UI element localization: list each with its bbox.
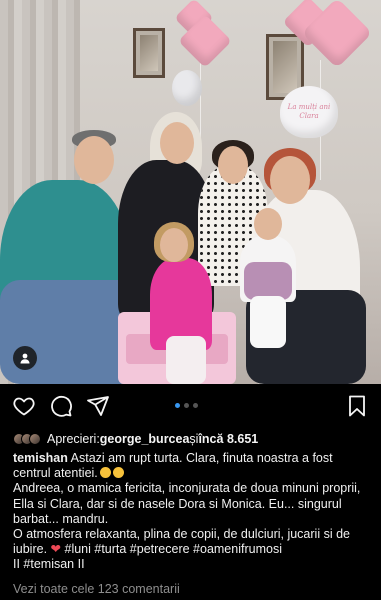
person-woman-head	[160, 122, 194, 164]
liker-avatars	[13, 433, 41, 445]
carousel-dot	[184, 403, 189, 408]
person-man-head	[74, 136, 114, 184]
caption-line: O atmosfera relaxanta, plina de copii, d…	[13, 527, 371, 557]
comment-icon[interactable]	[49, 394, 73, 418]
carousel-dot-active	[175, 403, 180, 408]
carousel-dot	[193, 403, 198, 408]
caption-line: temishan Astazi am rupt turta. Clara, fi…	[13, 451, 371, 481]
likes-prefix: Aprecieri:	[47, 432, 100, 446]
red-heart-icon: ❤	[50, 542, 62, 557]
caption-hashtag-signature[interactable]: II #temisan II	[13, 557, 85, 571]
view-all-comments-link[interactable]: Vezi toate cele 123 comentarii	[13, 582, 180, 596]
tagged-people-icon[interactable]	[13, 346, 37, 370]
person-baby-legs	[250, 296, 286, 348]
likes-summary[interactable]: Aprecieri: george_burcea și încă 8.651	[13, 430, 258, 448]
caption-hashtags[interactable]: #luni #turta #petrecere #oamenifrumosi	[61, 542, 282, 556]
likes-count[interactable]: încă 8.651	[198, 432, 258, 446]
caption-line: II #temisan II	[13, 557, 371, 572]
person-baby-head	[254, 208, 282, 240]
caption-line: Andreea, o mamica fericita, inconjurata …	[13, 481, 371, 527]
liker-username[interactable]: george_burcea	[100, 432, 190, 446]
heart-outline-icon[interactable]	[12, 394, 36, 418]
post-caption: temishan Astazi am rupt turta. Clara, fi…	[13, 451, 371, 573]
person-girl-head	[218, 146, 248, 184]
carousel-indicator	[175, 403, 198, 408]
person-child-head	[160, 228, 188, 262]
heart-balloon: La mulți ani Clara	[280, 86, 338, 138]
paper-plane-icon[interactable]	[86, 394, 110, 418]
avatar	[29, 433, 41, 445]
post-photo[interactable]: La mulți ani Clara	[0, 0, 381, 384]
balloon-text: La mulți ani Clara	[287, 103, 331, 120]
person-woman-head	[270, 156, 310, 204]
person-child-legs	[166, 336, 206, 384]
grinning-emoji-icon	[99, 467, 111, 479]
smiling-emoji-icon	[112, 467, 124, 479]
caption-username[interactable]: temishan	[13, 451, 68, 465]
wall-frame	[133, 28, 165, 78]
person-baby-dress	[244, 262, 292, 300]
caption-text: Andreea, o mamica fericita, inconjurata …	[13, 481, 361, 526]
bookmark-icon[interactable]	[345, 394, 369, 418]
silver-balloon	[172, 70, 202, 106]
